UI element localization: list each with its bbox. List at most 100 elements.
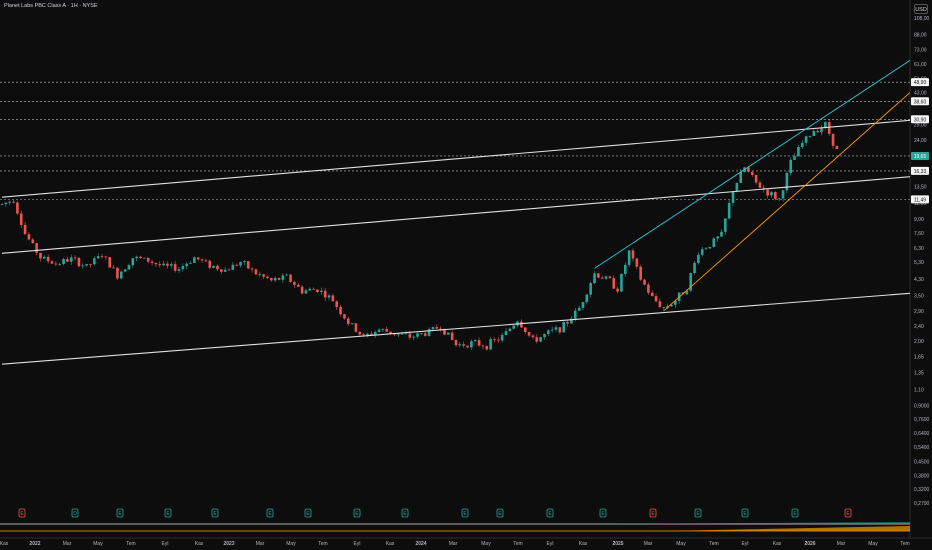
- event-marker[interactable]: E: [694, 508, 702, 518]
- event-marker[interactable]: E: [116, 508, 124, 518]
- time-axis[interactable]: Kas 2022 Mar May Tem Eyl Kas 2023 Mar May Tem Eyl Ka…: [0, 541, 910, 547]
- candle-body: [339, 306, 342, 315]
- candle-body: [447, 332, 450, 335]
- orange-trend-line[interactable]: [663, 92, 911, 312]
- price-tick-label: 2,00: [914, 339, 924, 345]
- price-axis[interactable]: 108,0088,0073,0061,0051,0043,0038,0029,0…: [911, 16, 930, 507]
- candle-body: [708, 246, 712, 249]
- cyan-trend-line[interactable]: [594, 59, 911, 269]
- candle-body: [246, 261, 250, 269]
- candle-body: [354, 323, 358, 332]
- candle-body: [408, 333, 412, 338]
- candle-body: [612, 278, 616, 289]
- currency-button[interactable]: USD: [914, 4, 928, 14]
- channel-lower-line[interactable]: [1, 292, 911, 365]
- candle-body: [304, 290, 308, 294]
- event-marker[interactable]: E: [599, 508, 607, 518]
- level-label[interactable]: 16,33: [914, 169, 927, 175]
- candle-body: [481, 345, 485, 347]
- candle-body: [285, 274, 289, 276]
- candle-body: [808, 135, 812, 137]
- candle-body: [766, 189, 769, 196]
- candle-body: [250, 268, 254, 270]
- candle-body: [77, 257, 81, 267]
- event-marker[interactable]: E: [844, 508, 852, 518]
- candle-body: [43, 256, 46, 259]
- candle-body: [62, 259, 65, 264]
- price-tick-label: 1,35: [914, 371, 924, 377]
- event-marker[interactable]: E: [461, 508, 469, 518]
- time-tick-label: Kas: [386, 541, 395, 547]
- candle-body: [520, 321, 523, 328]
- candle-body: [623, 264, 627, 274]
- event-marker[interactable]: E: [791, 508, 799, 518]
- level-label[interactable]: 19,65: [914, 154, 927, 160]
- level-label[interactable]: 11,49: [914, 197, 926, 203]
- event-marker[interactable]: E: [741, 508, 749, 518]
- candle-body: [116, 267, 119, 279]
- candle-body: [497, 339, 500, 341]
- event-markers[interactable]: EDEEEEEEEEEEEEEEEE: [0, 508, 910, 532]
- time-tick-label: Eyl: [354, 541, 361, 547]
- time-tick-label: May: [93, 541, 103, 547]
- event-marker[interactable]: E: [401, 508, 409, 518]
- candle-body: [277, 277, 281, 280]
- candle-body: [66, 259, 69, 262]
- candle-body: [824, 122, 827, 128]
- event-marker[interactable]: E: [266, 508, 274, 518]
- candle-body: [104, 256, 108, 258]
- candle-body: [96, 256, 100, 259]
- candle-body: [700, 249, 704, 255]
- candle-body: [435, 327, 439, 329]
- level-label[interactable]: 48,90: [914, 80, 927, 86]
- event-marker[interactable]: E: [211, 508, 219, 518]
- level-label[interactable]: 38,60: [914, 99, 927, 105]
- trend-lines[interactable]: [1, 59, 911, 365]
- candle-body: [462, 344, 465, 346]
- candle-body: [181, 266, 185, 270]
- time-tick-label: Kas: [773, 541, 782, 547]
- candle-body: [616, 288, 619, 292]
- event-marker[interactable]: E: [18, 508, 26, 518]
- candle-body: [362, 334, 365, 336]
- price-chart[interactable]: 108,0088,0073,0061,0051,0043,0038,0029,0…: [0, 0, 932, 550]
- candle-body: [774, 192, 777, 199]
- price-tick-label: 2,90: [914, 309, 924, 315]
- event-marker[interactable]: E: [304, 508, 312, 518]
- candle-body: [239, 262, 242, 266]
- cyan-volume-strip: [594, 522, 910, 524]
- candle-body: [146, 257, 150, 262]
- candle-body: [404, 333, 408, 335]
- candle-body: [789, 159, 793, 173]
- event-marker[interactable]: E: [353, 508, 361, 518]
- candle-body: [312, 288, 315, 290]
- event-marker[interactable]: E: [546, 508, 554, 518]
- candle-body: [643, 279, 646, 285]
- time-tick-label: Eyl: [742, 541, 749, 547]
- candle-body: [85, 264, 88, 266]
- level-label[interactable]: 30,90: [914, 117, 927, 123]
- candle-body: [562, 321, 566, 333]
- channel-middle-line[interactable]: [1, 176, 911, 254]
- time-tick-label: Tem: [709, 541, 718, 547]
- candle-body: [258, 274, 262, 276]
- event-marker[interactable]: E: [649, 508, 657, 518]
- chart-title: Planet Labs PBC Class A · 1H · NYSE: [4, 3, 98, 9]
- candle-body: [204, 260, 208, 262]
- candle-body: [781, 190, 785, 199]
- price-tick-label: 61,00: [914, 62, 927, 68]
- time-tick-label: Eyl: [162, 541, 169, 547]
- candle-body: [566, 321, 569, 324]
- candle-body: [112, 267, 115, 269]
- price-tick-label: 4,30: [914, 277, 924, 283]
- event-marker[interactable]: D: [71, 508, 79, 518]
- price-tick-label: 7,60: [914, 231, 924, 237]
- candle-body: [154, 262, 158, 265]
- time-tick-label: 2022: [29, 541, 40, 547]
- event-marker[interactable]: E: [496, 508, 504, 518]
- candle-body: [754, 174, 758, 183]
- channel-upper-line[interactable]: [1, 119, 911, 198]
- candle-body: [658, 301, 662, 308]
- price-tick-label: 6,30: [914, 246, 924, 252]
- event-marker[interactable]: E: [164, 508, 172, 518]
